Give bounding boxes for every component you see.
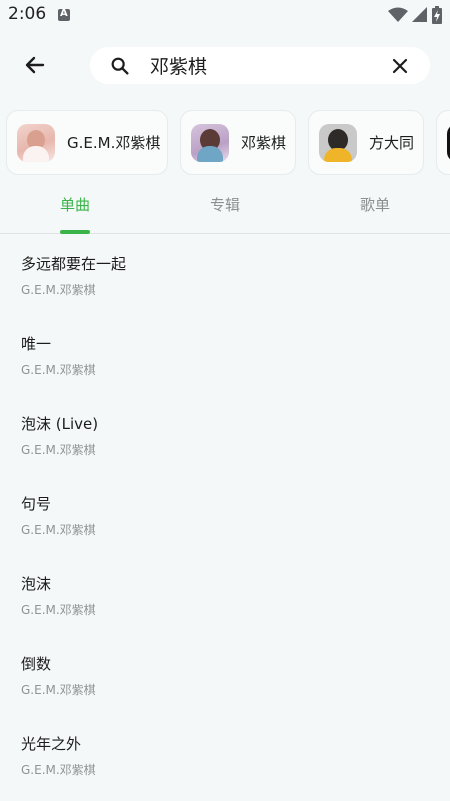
status-icons — [388, 5, 442, 25]
artist-chip-more[interactable] — [436, 110, 450, 175]
wifi-icon — [388, 7, 408, 22]
status-time: 2:06 — [8, 4, 47, 24]
artist-name: 邓紫棋 — [241, 134, 287, 152]
result-tabs: 单曲 专辑 歌单 — [0, 186, 450, 234]
artist-chip-fangdatong[interactable]: 方大同 — [308, 110, 424, 175]
song-title: 多远都要在一起 — [21, 255, 127, 273]
search-results-screen: 2:06 A 邓紫棋 G.E.M.邓紫棋 邓紫棋 方大同 单曲 专辑 歌单 多远… — [0, 0, 450, 801]
avatar — [191, 123, 229, 162]
battery-charging-icon — [432, 6, 442, 24]
back-button[interactable] — [18, 48, 52, 82]
artist-chips-row: G.E.M.邓紫棋 邓紫棋 方大同 — [0, 110, 450, 176]
song-artist: G.E.M.邓紫棋 — [21, 523, 96, 537]
song-title: 唯一 — [21, 335, 52, 353]
song-artist: G.E.M.邓紫棋 — [21, 443, 96, 457]
signal-icon — [412, 7, 427, 22]
search-box[interactable] — [90, 47, 430, 84]
status-bar: 2:06 — [0, 0, 450, 30]
song-title: 光年之外 — [21, 735, 82, 753]
artist-name: G.E.M.邓紫棋 — [67, 134, 161, 152]
artist-name: 方大同 — [369, 134, 415, 152]
clear-search-button[interactable] — [390, 56, 410, 76]
clear-icon — [392, 58, 408, 74]
song-title: 倒数 — [21, 655, 52, 673]
back-arrow-icon — [25, 56, 45, 74]
tab-playlists[interactable]: 歌单 — [300, 194, 450, 215]
song-title: 泡沫 — [21, 575, 52, 593]
list-item[interactable]: 多远都要在一起 G.E.M.邓紫棋 — [0, 235, 450, 315]
tab-singles[interactable]: 单曲 — [0, 194, 150, 215]
artist-chip-gem[interactable]: G.E.M.邓紫棋 — [6, 110, 168, 175]
song-artist: G.E.M.邓紫棋 — [21, 283, 96, 297]
tab-albums[interactable]: 专辑 — [150, 194, 300, 215]
song-artist: G.E.M.邓紫棋 — [21, 763, 96, 777]
song-artist: G.E.M.邓紫棋 — [21, 603, 96, 617]
avatar — [319, 123, 357, 162]
list-item[interactable]: 唯一 G.E.M.邓紫棋 — [0, 315, 450, 395]
song-artist: G.E.M.邓紫棋 — [21, 363, 96, 377]
artist-chip-dengziqi[interactable]: 邓紫棋 — [180, 110, 296, 175]
song-title: 泡沫 (Live) — [21, 415, 99, 433]
list-item[interactable]: 泡沫 (Live) G.E.M.邓紫棋 — [0, 395, 450, 475]
list-item[interactable]: 光年之外 G.E.M.邓紫棋 — [0, 715, 450, 795]
list-item[interactable]: 句号 G.E.M.邓紫棋 — [0, 475, 450, 555]
search-icon — [111, 57, 129, 75]
song-artist: G.E.M.邓紫棋 — [21, 683, 96, 697]
avatar — [17, 123, 55, 162]
list-item[interactable]: 泡沫 G.E.M.邓紫棋 — [0, 555, 450, 635]
list-item[interactable]: 倒数 G.E.M.邓紫棋 — [0, 635, 450, 715]
tab-indicator — [60, 230, 90, 234]
notification-a-icon — [58, 8, 70, 21]
song-title: 句号 — [21, 495, 52, 513]
search-input[interactable] — [150, 51, 380, 80]
